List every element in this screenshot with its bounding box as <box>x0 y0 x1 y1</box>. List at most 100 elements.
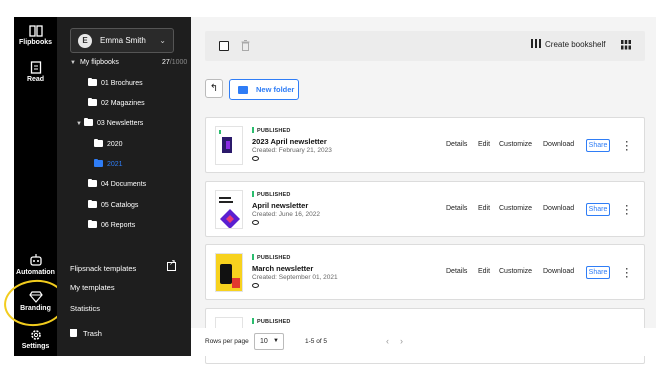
select-all-checkbox[interactable] <box>219 41 229 51</box>
folder-label: 02 Magazines <box>101 100 145 107</box>
bookshelf-icon <box>531 39 541 48</box>
book-icon <box>28 25 43 37</box>
folder-icon <box>88 77 97 86</box>
status-badge: PUBLISHED <box>252 127 291 134</box>
share-button[interactable]: Share <box>586 203 610 216</box>
flipbook-thumbnail[interactable] <box>215 253 243 292</box>
folder-label: 2021 <box>107 161 123 168</box>
toolbar: Create bookshelf <box>205 31 645 61</box>
folder-item[interactable]: 02 Magazines <box>88 97 145 111</box>
visibility-icon <box>252 156 259 161</box>
customize-button[interactable]: Customize <box>499 141 532 148</box>
folder-icon <box>84 117 93 126</box>
share-button[interactable]: Share <box>586 139 610 152</box>
trash-label: Trash <box>83 329 102 338</box>
folder-label: 05 Catalogs <box>101 202 139 209</box>
flipbook-title[interactable]: March newsletter <box>252 264 313 273</box>
download-button[interactable]: Download <box>543 205 574 212</box>
status-badge: PUBLISHED <box>252 191 291 198</box>
statistics-link[interactable]: Statistics <box>70 304 100 313</box>
edit-button[interactable]: Edit <box>478 141 490 148</box>
flipbook-title[interactable]: 2023 April newsletter <box>252 137 327 146</box>
customize-button[interactable]: Customize <box>499 268 532 275</box>
rail-read[interactable]: Read <box>14 61 57 83</box>
rail-automation-label: Automation <box>16 269 55 276</box>
grid-view-icon[interactable] <box>621 40 631 50</box>
chevron-left-icon[interactable]: ‹ <box>386 336 389 346</box>
folder-label: 2020 <box>107 141 123 148</box>
folder-item[interactable]: 05 Catalogs <box>88 199 139 213</box>
new-folder-button[interactable]: New folder <box>229 79 299 100</box>
rail-flipbooks[interactable]: Flipbooks <box>14 25 57 46</box>
flipbook-card[interactable]: PUBLISHED April newsletter Created: June… <box>205 181 645 237</box>
visibility-icon <box>252 283 259 288</box>
rows-per-page-select[interactable]: 10 ▼ <box>254 333 284 350</box>
trash-icon <box>70 329 77 337</box>
folder-label: 01 Brochures <box>101 80 143 87</box>
trash-link[interactable]: Trash <box>70 329 102 338</box>
flipbook-card[interactable]: PUBLISHED 2023 April newsletter Created:… <box>205 117 645 173</box>
document-icon <box>30 61 41 74</box>
download-button[interactable]: Download <box>543 141 574 148</box>
user-switcher[interactable]: E Emma Smith ⌄ <box>70 28 174 53</box>
folder-icon <box>88 199 97 208</box>
tree-root[interactable]: ▼ My flipbooks 27/1000 <box>70 59 190 71</box>
count-total: /1000 <box>169 59 188 66</box>
delete-icon[interactable] <box>241 40 250 51</box>
main-content: Create bookshelf ↰ New folder PUBLISHED … <box>191 17 656 364</box>
chevron-down-icon: ⌄ <box>159 36 166 45</box>
create-bookshelf-button[interactable]: Create bookshelf <box>531 39 605 49</box>
rail-settings-label: Settings <box>21 343 50 350</box>
details-button[interactable]: Details <box>446 205 467 212</box>
robot-icon <box>29 254 42 266</box>
more-options-icon[interactable]: · · · <box>624 138 630 155</box>
external-link-icon[interactable] <box>167 258 176 271</box>
created-date: Created: June 16, 2022 <box>252 211 320 218</box>
status-badge: PUBLISHED <box>252 254 291 261</box>
status-badge: PUBLISHED <box>252 318 291 325</box>
avatar: E <box>78 34 92 48</box>
details-button[interactable]: Details <box>446 141 467 148</box>
back-button[interactable]: ↰ <box>205 79 223 98</box>
flipbook-count: 27/1000 <box>162 59 187 66</box>
folder-item[interactable]: 2020 <box>94 138 123 152</box>
rail-read-label: Read <box>26 76 45 83</box>
folder-label: 06 Reports <box>101 222 136 229</box>
flipsnack-templates-link[interactable]: Flipsnack templates <box>70 264 136 273</box>
caret-down-icon: ▼ <box>70 60 76 66</box>
gear-icon <box>30 330 41 340</box>
flipbook-title[interactable]: April newsletter <box>252 201 308 210</box>
folder-label: 04 Documents <box>101 181 147 188</box>
edit-button[interactable]: Edit <box>478 205 490 212</box>
customize-button[interactable]: Customize <box>499 205 532 212</box>
caret-down-icon: ▼ <box>76 121 82 127</box>
folder-item[interactable]: 06 Reports <box>88 219 136 233</box>
more-options-icon[interactable]: · · · <box>624 265 630 282</box>
chevron-right-icon[interactable]: › <box>400 336 403 346</box>
folder-item[interactable]: 04 Documents <box>88 178 147 192</box>
rail-automation[interactable]: Automation <box>14 253 57 276</box>
created-date: Created: September 01, 2021 <box>252 274 338 281</box>
rail-settings[interactable]: Settings <box>14 329 57 350</box>
flipbook-card[interactable]: PUBLISHED March newsletter Created: Sept… <box>205 244 645 300</box>
page-range: 1-5 of 5 <box>305 338 328 345</box>
pagination-bar: Rows per page 10 ▼ 1-5 of 5 ‹ › <box>191 328 656 356</box>
more-options-icon[interactable]: · · · <box>624 202 630 219</box>
folder-plus-icon <box>238 86 248 94</box>
folder-icon <box>88 97 97 106</box>
flipbook-thumbnail[interactable] <box>215 190 243 229</box>
folder-item[interactable]: 01 Brochures <box>88 77 143 91</box>
folder-item-selected[interactable]: 2021 <box>94 158 123 172</box>
share-button[interactable]: Share <box>586 266 610 279</box>
count-used: 27 <box>162 59 170 66</box>
folder-icon <box>94 138 103 147</box>
edit-button[interactable]: Edit <box>478 268 490 275</box>
download-button[interactable]: Download <box>543 268 574 275</box>
flipbook-thumbnail[interactable] <box>215 126 243 165</box>
created-date: Created: February 21, 2023 <box>252 147 332 154</box>
details-button[interactable]: Details <box>446 268 467 275</box>
rows-per-page-label: Rows per page <box>205 338 249 345</box>
folder-icon <box>88 219 97 228</box>
folder-item[interactable]: ▼ 03 Newsletters <box>76 117 143 131</box>
my-templates-link[interactable]: My templates <box>70 283 115 292</box>
